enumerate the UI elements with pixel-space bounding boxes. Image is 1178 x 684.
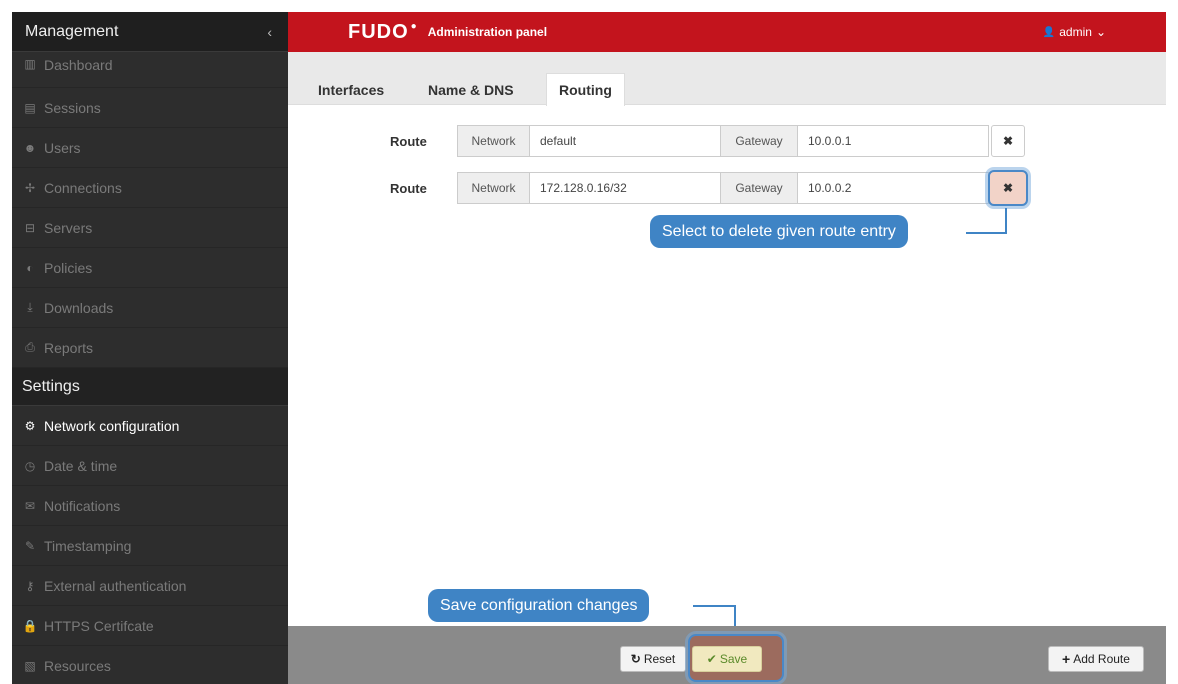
sidebar-item-label: Network configuration: [44, 417, 180, 434]
user-menu[interactable]: 👤 admin ⌄: [1043, 25, 1106, 39]
image-icon: ▧: [24, 658, 36, 673]
sidebar-item-notifications[interactable]: ✉ Notifications: [12, 486, 288, 526]
sidebar-item-label: External authentication: [44, 577, 187, 594]
policies-icon: ◐: [26, 260, 34, 275]
tab-interfaces[interactable]: Interfaces: [306, 74, 396, 105]
edit-icon: ✎: [24, 538, 36, 553]
delete-callout: Select to delete given route entry: [650, 215, 908, 248]
sidebar-item-network-configuration[interactable]: ⚙ Network configuration: [12, 406, 288, 446]
gateway-addon: Gateway: [720, 172, 798, 204]
user-name: admin: [1059, 25, 1092, 39]
sidebar-item-label: Policies: [44, 259, 93, 276]
tab-routing[interactable]: Routing: [546, 73, 625, 106]
sidebar-item-label: Dashboard: [44, 57, 113, 73]
collapse-icon[interactable]: ‹: [267, 24, 272, 40]
route-label: Route: [390, 134, 427, 149]
callout-connector: [693, 605, 736, 607]
sidebar-item-label: Sessions: [44, 99, 101, 116]
add-route-label: Add Route: [1073, 652, 1130, 666]
downloads-icon: ⤓: [27, 300, 33, 314]
sidebar-header: Management ‹: [12, 12, 288, 52]
sessions-icon: ▤: [24, 100, 36, 115]
tab-name-dns[interactable]: Name & DNS: [416, 74, 526, 105]
sidebar-item-label: Resources: [44, 657, 111, 674]
sidebar-item-reports[interactable]: ⎙ Reports: [12, 328, 288, 368]
sidebar-item-label: Downloads: [44, 299, 114, 316]
sidebar-item-policies[interactable]: ◐ Policies: [12, 248, 288, 288]
top-bar: FUDO ● Administration panel 👤 admin ⌄: [288, 12, 1166, 52]
sidebar-item-label: Date & time: [44, 457, 118, 474]
dashboard-icon: ▥: [24, 57, 36, 71]
network-addon: Network: [457, 125, 530, 157]
sidebar-item-servers[interactable]: ⊟ Servers: [12, 208, 288, 248]
sidebar-item-external-authentication[interactable]: ⚷ External authentication: [12, 566, 288, 606]
logo-dot-icon: ●: [410, 20, 418, 32]
refresh-icon: ↻: [630, 652, 641, 666]
sidebar-section-settings: Settings: [12, 368, 288, 406]
delete-route-button-highlighted[interactable]: ✖: [988, 170, 1028, 206]
sidebar: Management ‹ ▥ Dashboard ▤ Sessions ☻ Us…: [12, 12, 288, 684]
sidebar-item-dashboard[interactable]: ▥ Dashboard: [12, 52, 288, 88]
save-label: Save: [719, 652, 748, 666]
sidebar-item-label: Notifications: [44, 497, 121, 514]
save-button[interactable]: ✔ Save: [692, 646, 762, 672]
route-row: Route Network 172.128.0.16/32 Gateway 10…: [0, 170, 1178, 206]
gears-icon: ⚙: [24, 418, 36, 433]
callout-connector: [966, 232, 1007, 234]
network-addon: Network: [457, 172, 530, 204]
plus-icon: +: [1062, 651, 1071, 667]
network-input[interactable]: default: [529, 125, 721, 157]
sidebar-item-label: Reports: [44, 339, 94, 356]
panel-title: Administration panel: [427, 25, 548, 39]
check-icon: ✔: [706, 652, 717, 666]
envelope-icon: ✉: [24, 498, 36, 513]
reports-icon: ⎙: [25, 340, 35, 354]
key-icon: ⚷: [25, 578, 35, 593]
network-input[interactable]: 172.128.0.16/32: [529, 172, 721, 204]
servers-icon: ⊟: [24, 220, 36, 235]
sidebar-item-https-certificate[interactable]: 🔒 HTTPS Certifcate: [12, 606, 288, 646]
sidebar-item-label: HTTPS Certifcate: [44, 617, 154, 634]
clock-icon: ◷: [24, 458, 36, 473]
sidebar-item-sessions[interactable]: ▤ Sessions: [12, 88, 288, 128]
logo-text: FUDO: [348, 20, 409, 43]
sidebar-item-label: Timestamping: [44, 537, 132, 554]
sidebar-item-label: Servers: [44, 219, 93, 236]
gateway-input[interactable]: 10.0.0.1: [797, 125, 989, 157]
lock-icon: 🔒: [22, 618, 38, 633]
sidebar-title: Management: [25, 22, 119, 40]
gateway-addon: Gateway: [720, 125, 798, 157]
sidebar-item-date-time[interactable]: ◷ Date & time: [12, 446, 288, 486]
callout-connector: [1005, 208, 1007, 234]
reset-label: Reset: [643, 652, 676, 666]
user-icon: 👤: [1042, 26, 1056, 38]
gateway-input[interactable]: 10.0.0.2: [797, 172, 989, 204]
route-row: Route Network default Gateway 10.0.0.1 ✖: [0, 125, 1178, 157]
reset-button[interactable]: ↻ Reset: [620, 646, 686, 672]
tabs-bar: Interfaces Name & DNS Routing: [288, 52, 1166, 106]
fudo-logo: FUDO ●: [348, 21, 418, 44]
route-label: Route: [390, 181, 427, 196]
sidebar-item-downloads[interactable]: ⤓ Downloads: [12, 288, 288, 328]
sidebar-item-resources[interactable]: ▧ Resources: [12, 646, 288, 684]
save-callout: Save configuration changes: [428, 589, 650, 622]
add-route-button[interactable]: + Add Route: [1048, 646, 1144, 672]
delete-route-button[interactable]: ✖: [991, 125, 1025, 157]
sidebar-item-timestamping[interactable]: ✎ Timestamping: [12, 526, 288, 566]
chevron-down-icon: ⌄: [1095, 25, 1106, 39]
